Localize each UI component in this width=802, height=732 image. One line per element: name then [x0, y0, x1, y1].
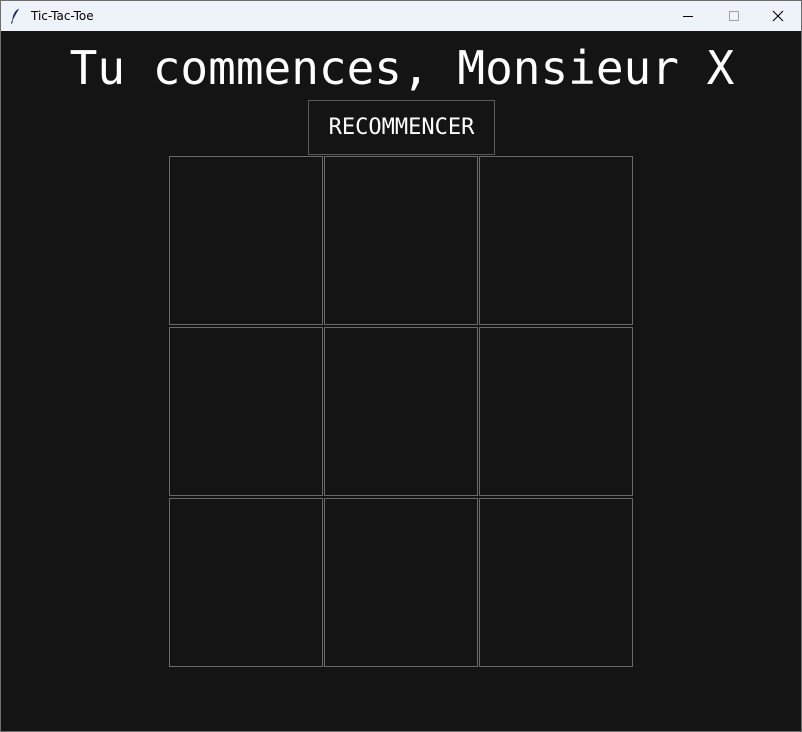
title-bar[interactable]: Tic-Tac-Toe [1, 1, 801, 31]
feather-icon [11, 8, 21, 24]
board-cell-3[interactable] [479, 156, 633, 325]
app-window: Tic-Tac-Toe Tu commences, Monsieur X REC… [0, 0, 802, 732]
game-board [169, 156, 633, 668]
maximize-icon [728, 7, 740, 26]
board-cell-5[interactable] [324, 327, 478, 496]
board-cell-1[interactable] [169, 156, 323, 325]
board-cell-8[interactable] [324, 498, 478, 667]
board-cell-9[interactable] [479, 498, 633, 667]
status-heading: Tu commences, Monsieur X [69, 41, 735, 95]
board-cell-4[interactable] [169, 327, 323, 496]
game-area: Tu commences, Monsieur X RECOMMENCER [1, 31, 801, 731]
close-button[interactable] [755, 1, 801, 31]
restart-button[interactable]: RECOMMENCER [308, 100, 495, 155]
board-cell-6[interactable] [479, 327, 633, 496]
board-cell-7[interactable] [169, 498, 323, 667]
maximize-button[interactable] [711, 1, 757, 31]
window-title: Tic-Tac-Toe [31, 9, 94, 23]
close-icon [772, 7, 784, 26]
minimize-button[interactable] [665, 1, 711, 31]
board-cell-2[interactable] [324, 156, 478, 325]
minimize-icon [682, 7, 694, 26]
